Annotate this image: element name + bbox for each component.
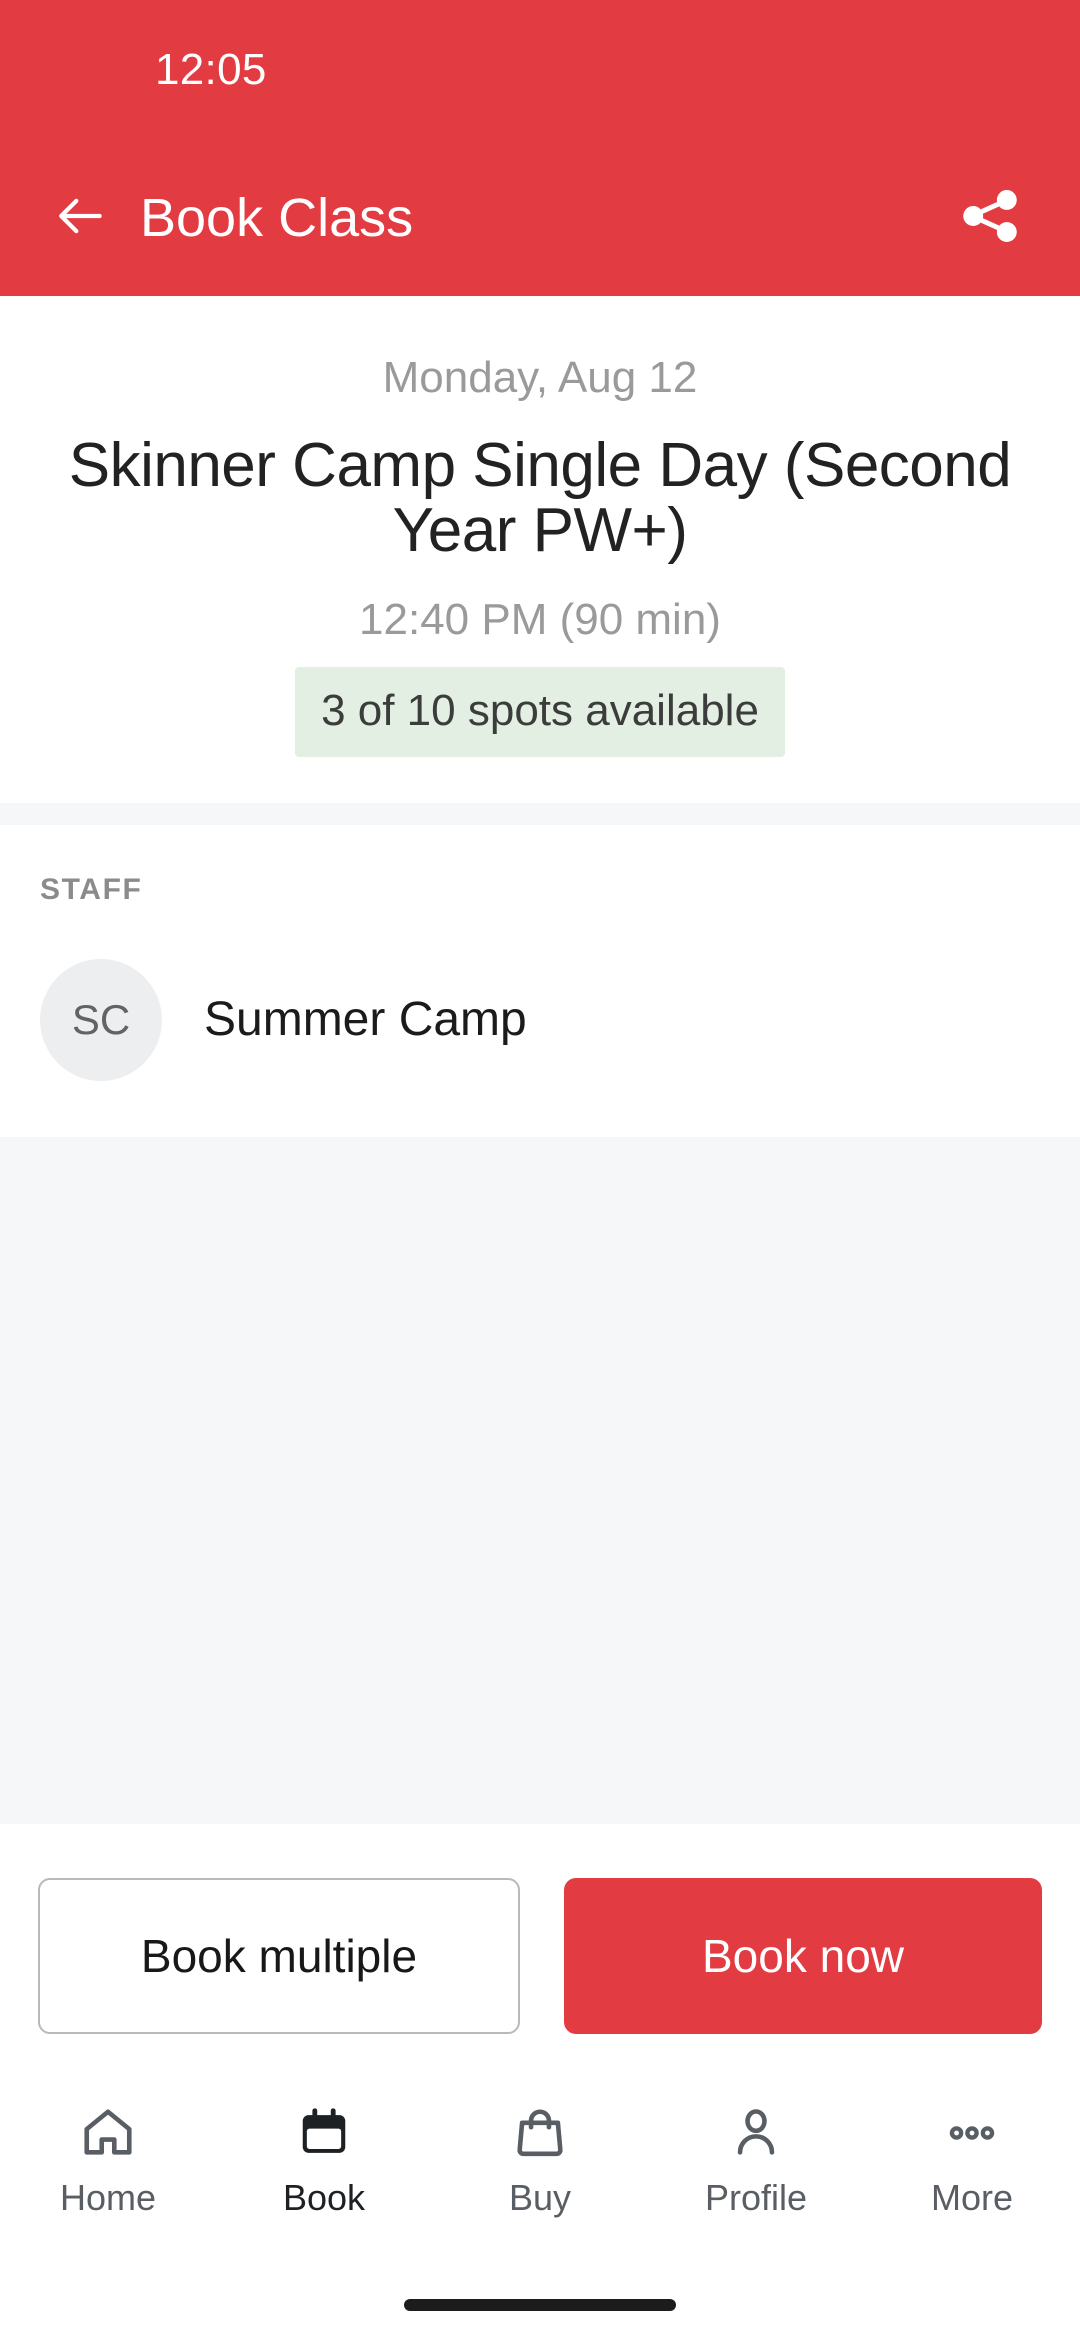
nav-label-buy: Buy — [508, 2177, 572, 2218]
gesture-bar-area — [0, 2270, 1080, 2340]
book-now-button[interactable]: Book now — [564, 1878, 1042, 2034]
calendar-icon — [295, 2100, 353, 2166]
status-bar-time: 12:05 — [155, 45, 267, 94]
spots-badge-container: 3 of 10 spots available — [40, 666, 1040, 757]
app-bar: Book Class — [0, 140, 1080, 296]
class-info-section: Monday, Aug 12 Skinner Camp Single Day (… — [0, 296, 1080, 803]
home-indicator[interactable] — [404, 2299, 676, 2311]
nav-item-home[interactable]: Home — [0, 2100, 216, 2216]
class-title: Skinner Camp Single Day (Second Year PW+… — [68, 430, 1012, 565]
book-multiple-button[interactable]: Book multiple — [38, 1878, 520, 2034]
back-button[interactable] — [42, 179, 120, 257]
nav-item-more[interactable]: More — [864, 2100, 1080, 2216]
class-time: 12:40 PM (90 min) — [359, 594, 721, 644]
nav-item-profile[interactable]: Profile — [648, 2100, 864, 2216]
avatar: SC — [40, 958, 162, 1081]
share-button[interactable] — [948, 176, 1032, 260]
person-icon — [727, 2100, 785, 2166]
nav-label-profile: Profile — [704, 2177, 808, 2218]
staff-section-label: STAFF — [40, 872, 143, 906]
status-badge: 3 of 10 spots available — [295, 666, 785, 757]
app-header: 12:05 Book Class — [0, 0, 1080, 296]
bottom-navigation: Home Book Buy Profile More — [0, 2074, 1080, 2270]
dots-icon — [943, 2100, 1001, 2166]
staff-name: Summer Camp — [204, 993, 527, 1047]
class-date: Monday, Aug 12 — [382, 353, 698, 402]
section-divider — [0, 802, 1080, 825]
app-screen: 12:05 Book Class Monday, Aug 12 Skinner … — [0, 0, 1080, 2340]
status-bar: 12:05 — [0, 0, 1080, 140]
nav-item-book[interactable]: Book — [216, 2100, 432, 2216]
arrow-left-icon — [53, 188, 109, 249]
nav-item-buy[interactable]: Buy — [432, 2100, 648, 2216]
nav-label-book: Book — [282, 2177, 366, 2218]
action-bar: Book multiple Book now — [0, 1824, 1080, 2074]
share-icon — [959, 185, 1021, 252]
staff-section: STAFF SC Summer Camp — [0, 824, 1080, 1137]
nav-label-more: More — [930, 2177, 1014, 2218]
page-title: Book Class — [140, 188, 414, 248]
list-item[interactable]: SC Summer Camp — [40, 958, 1040, 1137]
home-icon — [79, 2100, 137, 2166]
nav-label-home: Home — [59, 2177, 157, 2218]
content-filler — [0, 1136, 1080, 1824]
bag-icon — [511, 2100, 569, 2166]
